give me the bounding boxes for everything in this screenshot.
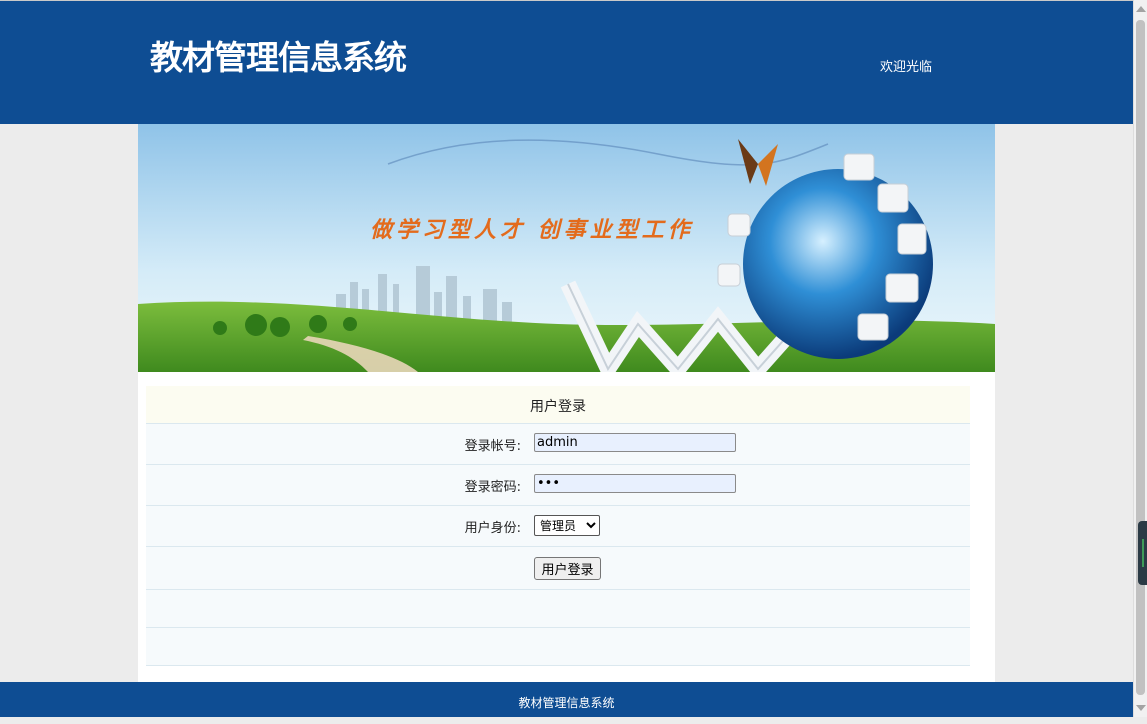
login-form: 用户登录 登录帐号: 登录密码: 用户身份: 管理员 用户登录 (146, 386, 970, 666)
account-input[interactable] (534, 433, 736, 452)
site-title: 教材管理信息系统 (150, 38, 407, 77)
side-widget-handle[interactable] (1138, 521, 1147, 585)
role-select[interactable]: 管理员 (534, 515, 600, 536)
vertical-scrollbar[interactable] (1133, 0, 1147, 717)
login-button[interactable]: 用户登录 (534, 557, 601, 580)
login-form-title: 用户登录 (530, 399, 586, 415)
password-label: 登录密码: (464, 480, 521, 495)
site-footer: 教材管理信息系统 (0, 682, 1133, 717)
password-input[interactable] (534, 474, 736, 493)
account-label: 登录帐号: (464, 439, 521, 454)
banner-image: 做学习型人才 创事业型工作 (138, 124, 995, 372)
submit-row: 用户登录 (146, 547, 970, 590)
empty-row (146, 590, 970, 628)
account-row: 登录帐号: (146, 424, 970, 465)
role-label: 用户身份: (464, 521, 521, 536)
login-panel: 用户登录 登录帐号: 登录密码: 用户身份: 管理员 用户登录 (138, 372, 995, 682)
site-header: 教材管理信息系统 欢迎光临 (0, 0, 1133, 124)
role-row: 用户身份: 管理员 (146, 506, 970, 547)
scroll-thumb[interactable] (1136, 20, 1145, 695)
password-row: 登录密码: (146, 465, 970, 506)
welcome-text: 欢迎光临 (880, 60, 933, 75)
scroll-up-icon[interactable] (1136, 6, 1146, 12)
empty-row (146, 628, 970, 666)
login-title-row: 用户登录 (146, 386, 970, 424)
banner-slogan: 做学习型人才 创事业型工作 (370, 217, 694, 243)
scroll-down-icon[interactable] (1136, 705, 1146, 711)
footer-text: 教材管理信息系统 (518, 696, 615, 710)
